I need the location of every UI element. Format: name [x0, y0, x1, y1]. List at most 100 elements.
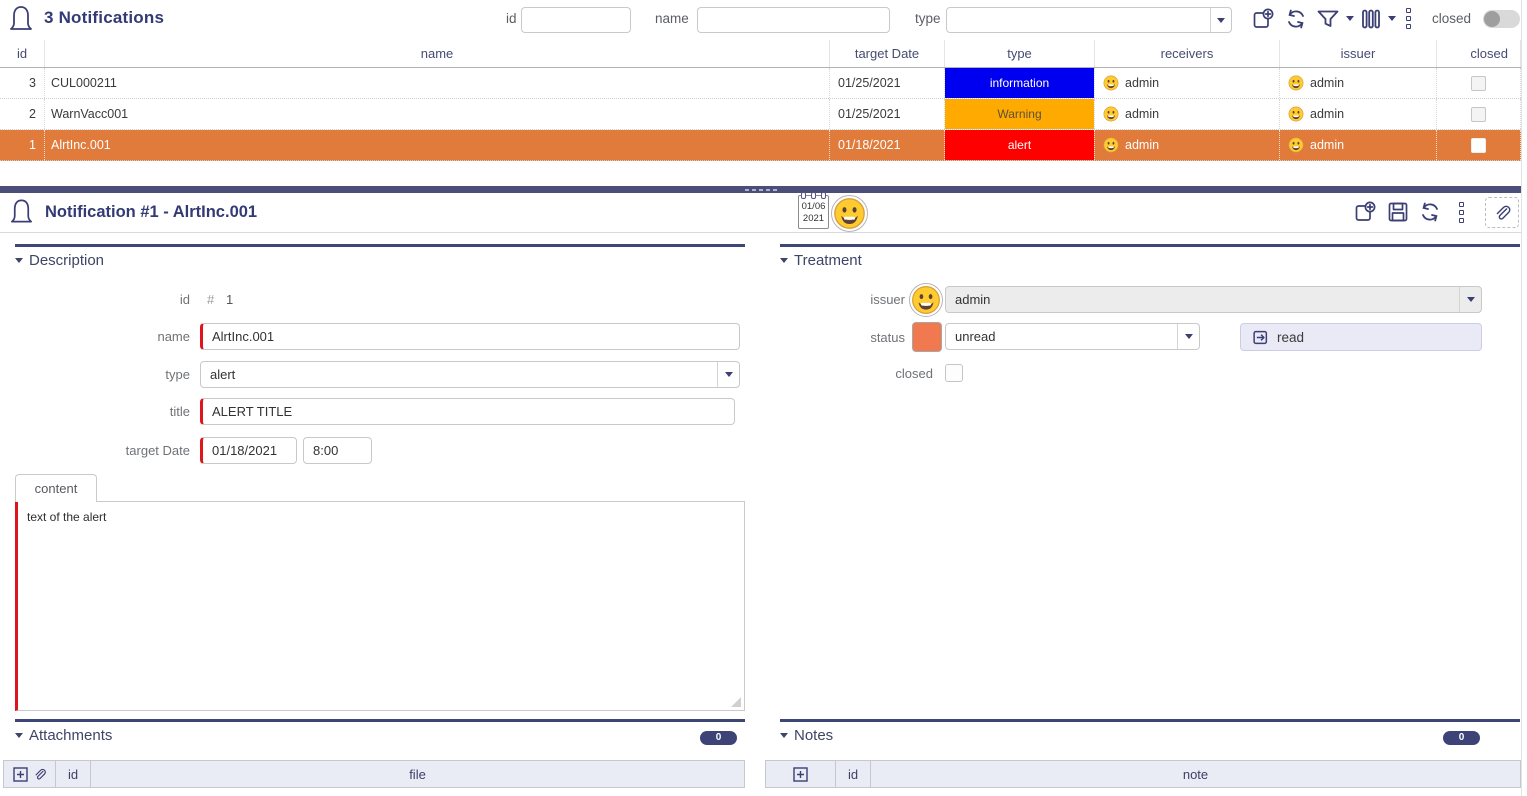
attachments-count-badge: 0: [700, 731, 737, 745]
smiley-icon: [1288, 75, 1304, 91]
col-header-name[interactable]: name: [45, 40, 830, 67]
content-textarea[interactable]: text of the alert: [15, 501, 745, 711]
table-row[interactable]: 2 WarnVacc001 01/25/2021 Warning admin a…: [0, 99, 1521, 130]
col-header-type[interactable]: type: [945, 40, 1095, 67]
filter-name-input[interactable]: [697, 7, 890, 33]
collapse-triangle-icon: [780, 733, 788, 738]
filter-id-input[interactable]: [521, 7, 631, 33]
issuer-select-caret[interactable]: [1459, 287, 1481, 312]
new-record-button[interactable]: [1353, 200, 1377, 224]
closed-checkbox[interactable]: [1471, 138, 1486, 153]
notes-table-header: id note: [765, 760, 1521, 788]
id-value: 1: [226, 292, 233, 307]
filter-type-select[interactable]: [946, 7, 1232, 33]
cell-target-date: 01/25/2021: [830, 68, 945, 98]
calendar-date-widget: 01/06 2021: [798, 195, 829, 229]
type-badge: alert: [945, 130, 1094, 160]
issuer-value: admin: [1310, 76, 1344, 90]
resize-handle[interactable]: [731, 697, 741, 707]
save-button[interactable]: [1386, 200, 1410, 224]
columns-button[interactable]: [1360, 7, 1382, 31]
top-toolbar: 3 Notifications id name type closed: [0, 0, 1521, 40]
attachments-section-header[interactable]: Attachments: [15, 727, 112, 744]
col-header-id[interactable]: id: [0, 40, 45, 67]
notes-section-header[interactable]: Notes: [780, 727, 833, 744]
paperclip-icon: [1492, 203, 1512, 223]
type-select[interactable]: alert: [200, 361, 740, 388]
smiley-icon: [1103, 75, 1119, 91]
closed-checkbox[interactable]: [1471, 107, 1486, 122]
tab-content[interactable]: content: [15, 474, 97, 502]
collapse-triangle-icon: [15, 258, 23, 263]
notifications-grid: id name target Date type receivers issue…: [0, 40, 1521, 161]
col-header-receivers[interactable]: receivers: [1095, 40, 1280, 67]
cell-type: alert: [945, 130, 1095, 160]
cell-id: 2: [0, 99, 45, 129]
refresh-button[interactable]: [1418, 200, 1442, 224]
table-row-selected[interactable]: 1 AlrtInc.001 01/18/2021 alert admin adm…: [0, 130, 1521, 161]
filter-button[interactable]: [1315, 7, 1341, 31]
issuer-select[interactable]: admin: [945, 286, 1482, 313]
new-record-button[interactable]: [1251, 7, 1275, 31]
filter-menu-caret[interactable]: [1346, 16, 1354, 21]
status-select-caret[interactable]: [1177, 324, 1199, 349]
columns-menu-caret[interactable]: [1388, 16, 1396, 21]
target-time-field[interactable]: [303, 437, 372, 464]
filter-name-label: name: [655, 11, 689, 26]
more-actions-kebab-icon[interactable]: [1406, 8, 1411, 29]
more-actions-kebab-icon[interactable]: [1459, 202, 1464, 223]
closed-toggle[interactable]: [1483, 10, 1520, 28]
issuer-select-value: admin: [955, 292, 990, 307]
title-field-label: title: [15, 404, 190, 419]
panel-splitter-handle[interactable]: [0, 186, 1521, 193]
col-header-closed[interactable]: closed: [1437, 40, 1521, 67]
read-button[interactable]: read: [1240, 323, 1482, 351]
status-color-swatch: [912, 322, 942, 352]
paperclip-icon[interactable]: [32, 767, 47, 782]
col-header-issuer[interactable]: issuer: [1280, 40, 1437, 67]
receivers-value: admin: [1125, 107, 1159, 121]
title-field[interactable]: [200, 398, 735, 425]
detail-header: Notification #1 - AlrtInc.001 01/06 2021: [0, 193, 1521, 233]
add-note-icon[interactable]: [793, 767, 808, 782]
user-avatar-smiley: [831, 195, 868, 232]
target-date-field[interactable]: [200, 437, 297, 464]
calendar-line2: 2021: [799, 213, 828, 225]
read-button-label: read: [1277, 330, 1304, 345]
id-hash: #: [207, 292, 214, 307]
content-tab-label: content: [35, 481, 78, 496]
type-select-caret[interactable]: [717, 362, 739, 387]
cell-name: AlrtInc.001: [45, 130, 830, 160]
closed-checkbox[interactable]: [1471, 76, 1486, 91]
description-section-header[interactable]: Description: [15, 252, 104, 269]
closed-filter-label: closed: [1432, 11, 1471, 26]
closed-checkbox[interactable]: [945, 364, 963, 382]
status-select[interactable]: unread: [945, 323, 1200, 350]
id-field-label: id: [15, 292, 190, 307]
type-badge: Warning: [945, 99, 1094, 129]
cell-type: information: [945, 68, 1095, 98]
refresh-button[interactable]: [1284, 7, 1308, 31]
add-attachment-icon[interactable]: [13, 767, 28, 782]
attachments-section-rule: [15, 719, 745, 722]
right-scroll-gutter[interactable]: [1521, 0, 1527, 796]
target-date-field-label: target Date: [15, 443, 190, 458]
notes-actions-cell: [766, 761, 836, 787]
filter-type-caret[interactable]: [1210, 8, 1231, 32]
description-section-title: Description: [29, 252, 104, 269]
table-row[interactable]: 3 CUL000211 01/25/2021 information admin…: [0, 68, 1521, 99]
treatment-section-title: Treatment: [794, 252, 862, 269]
attachment-button[interactable]: [1485, 197, 1519, 228]
detail-title: Notification #1 - AlrtInc.001: [45, 203, 257, 222]
col-header-target-date[interactable]: target Date: [830, 40, 945, 67]
toggle-knob: [1484, 11, 1500, 27]
attachments-id-col: id: [56, 761, 91, 787]
attachments-table-header: id file: [3, 760, 745, 788]
cell-closed: [1437, 68, 1521, 98]
name-field[interactable]: [200, 323, 740, 350]
notifications-app: 3 Notifications id name type closed: [0, 0, 1527, 796]
filter-id-label: id: [506, 11, 517, 26]
issuer-avatar-smiley: [909, 283, 943, 317]
description-section-rule: [15, 244, 745, 247]
treatment-section-header[interactable]: Treatment: [780, 252, 862, 269]
